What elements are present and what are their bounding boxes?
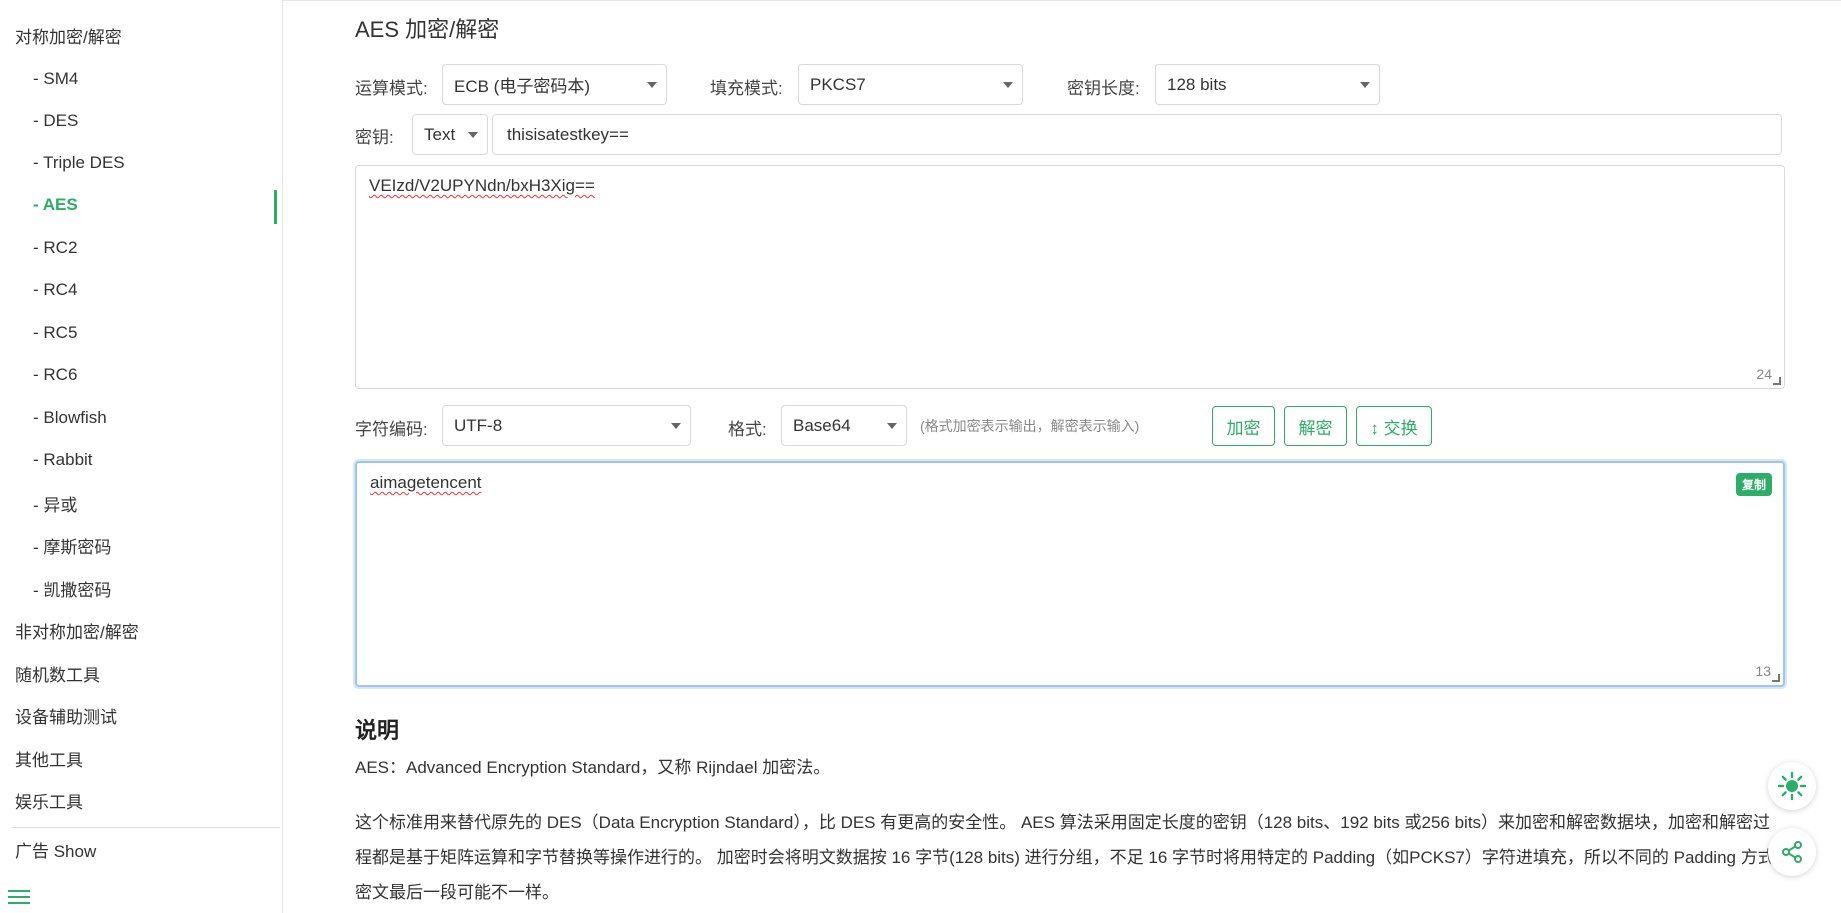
charset-select-value: UTF-8 xyxy=(454,415,503,435)
chevron-down-icon xyxy=(671,423,681,429)
sidebar-item-rc2[interactable]: - RC2 xyxy=(0,233,282,263)
copy-button[interactable]: 复制 xyxy=(1735,473,1772,496)
sidebar-item-des[interactable]: - DES xyxy=(0,106,282,136)
share-button[interactable] xyxy=(1768,828,1816,876)
sidebar-ad-show[interactable]: 广告 Show xyxy=(0,834,282,864)
key-input[interactable]: thisisatestkey== xyxy=(492,114,1782,155)
keylen-select[interactable]: 128 bits xyxy=(1155,64,1380,105)
key-input-value: thisisatestkey== xyxy=(507,124,629,144)
input-char-count: 24 xyxy=(1756,366,1772,382)
padding-select-value: PKCS7 xyxy=(810,74,866,94)
input-text: VEIzd/V2UPYNdn/bxH3Xig== xyxy=(369,176,595,195)
sidebar-item-rc4[interactable]: - RC4 xyxy=(0,275,282,305)
keylen-select-value: 128 bits xyxy=(1167,74,1227,94)
sidebar-item-blowfish[interactable]: - Blowfish xyxy=(0,403,282,433)
output-char-count: 13 xyxy=(1755,663,1771,679)
chevron-down-icon xyxy=(468,132,478,138)
sidebar-divider xyxy=(12,827,280,828)
sidebar-item-morse[interactable]: - 摩斯密码 xyxy=(0,530,282,560)
page-title: AES 加密/解密 xyxy=(355,17,500,42)
description-title: 说明 xyxy=(355,718,400,743)
format-select[interactable]: Base64 xyxy=(781,405,907,446)
padding-select[interactable]: PKCS7 xyxy=(798,64,1023,105)
keylen-label: 密钥长度: xyxy=(1067,79,1140,98)
sidebar-category-symmetric[interactable]: 对称加密/解密 xyxy=(0,20,282,50)
description-paragraph: 这个标准用来替代原先的 DES（Data Encryption Standard… xyxy=(355,813,1775,902)
chevron-down-icon xyxy=(1360,82,1370,88)
output-text: aimagetencent xyxy=(370,473,482,492)
sun-icon xyxy=(1777,771,1807,801)
sidebar-item-caesar[interactable]: - 凯撒密码 xyxy=(0,573,282,603)
sidebar-item-sm4[interactable]: - SM4 xyxy=(0,64,282,94)
decrypt-button[interactable]: 解密 xyxy=(1284,406,1347,446)
chevron-down-icon xyxy=(1003,82,1013,88)
sidebar-item-xor[interactable]: - 异或 xyxy=(0,488,282,518)
theme-toggle-button[interactable] xyxy=(1768,762,1816,810)
sidebar-category-asymmetric[interactable]: 非对称加密/解密 xyxy=(0,615,282,645)
swap-button[interactable]: ↕ 交换 xyxy=(1356,406,1432,446)
sidebar-item-rabbit[interactable]: - Rabbit xyxy=(0,445,282,475)
resize-handle-icon[interactable] xyxy=(1772,674,1780,682)
output-textarea[interactable]: aimagetencent 复制 13 xyxy=(355,461,1785,687)
sidebar-item-rc6[interactable]: - RC6 xyxy=(0,360,282,390)
charset-select[interactable]: UTF-8 xyxy=(442,405,691,446)
encrypt-button[interactable]: 加密 xyxy=(1212,406,1275,446)
description-line: AES：Advanced Encryption Standard，又称 Rijn… xyxy=(355,758,831,777)
charset-label: 字符编码: xyxy=(355,420,428,439)
key-type-value: Text xyxy=(424,124,456,144)
format-select-value: Base64 xyxy=(793,415,851,435)
chevron-down-icon xyxy=(887,423,897,429)
hamburger-icon[interactable] xyxy=(8,886,30,906)
sidebar-cut-item xyxy=(0,0,282,4)
mode-select[interactable]: ECB (电子密码本) xyxy=(442,64,667,105)
mode-select-value: ECB (电子密码本) xyxy=(454,77,590,96)
top-divider xyxy=(283,0,1841,1)
sidebar: 对称加密/解密 - SM4 - DES - Triple DES - AES -… xyxy=(0,0,283,913)
key-type-select[interactable]: Text xyxy=(412,114,488,155)
format-hint: (格式加密表示输出，解密表示输入) xyxy=(920,418,1140,434)
key-label: 密钥: xyxy=(355,128,394,147)
sidebar-active-indicator xyxy=(274,190,277,224)
resize-handle-icon[interactable] xyxy=(1773,377,1781,385)
sidebar-item-rc5[interactable]: - RC5 xyxy=(0,318,282,348)
sidebar-category-random[interactable]: 随机数工具 xyxy=(0,658,282,688)
sidebar-item-triple-des[interactable]: - Triple DES xyxy=(0,148,282,178)
sidebar-category-other[interactable]: 其他工具 xyxy=(0,743,282,773)
padding-label: 填充模式: xyxy=(710,79,783,98)
sidebar-category-fun[interactable]: 娱乐工具 xyxy=(0,785,282,815)
chevron-down-icon xyxy=(647,82,657,88)
sidebar-category-device[interactable]: 设备辅助测试 xyxy=(0,700,282,730)
input-textarea[interactable]: VEIzd/V2UPYNdn/bxH3Xig== 24 xyxy=(355,165,1785,389)
sidebar-item-aes[interactable]: - AES xyxy=(0,190,282,220)
mode-label: 运算模式: xyxy=(355,79,428,98)
share-icon xyxy=(1782,841,1802,863)
format-label: 格式: xyxy=(728,420,767,439)
